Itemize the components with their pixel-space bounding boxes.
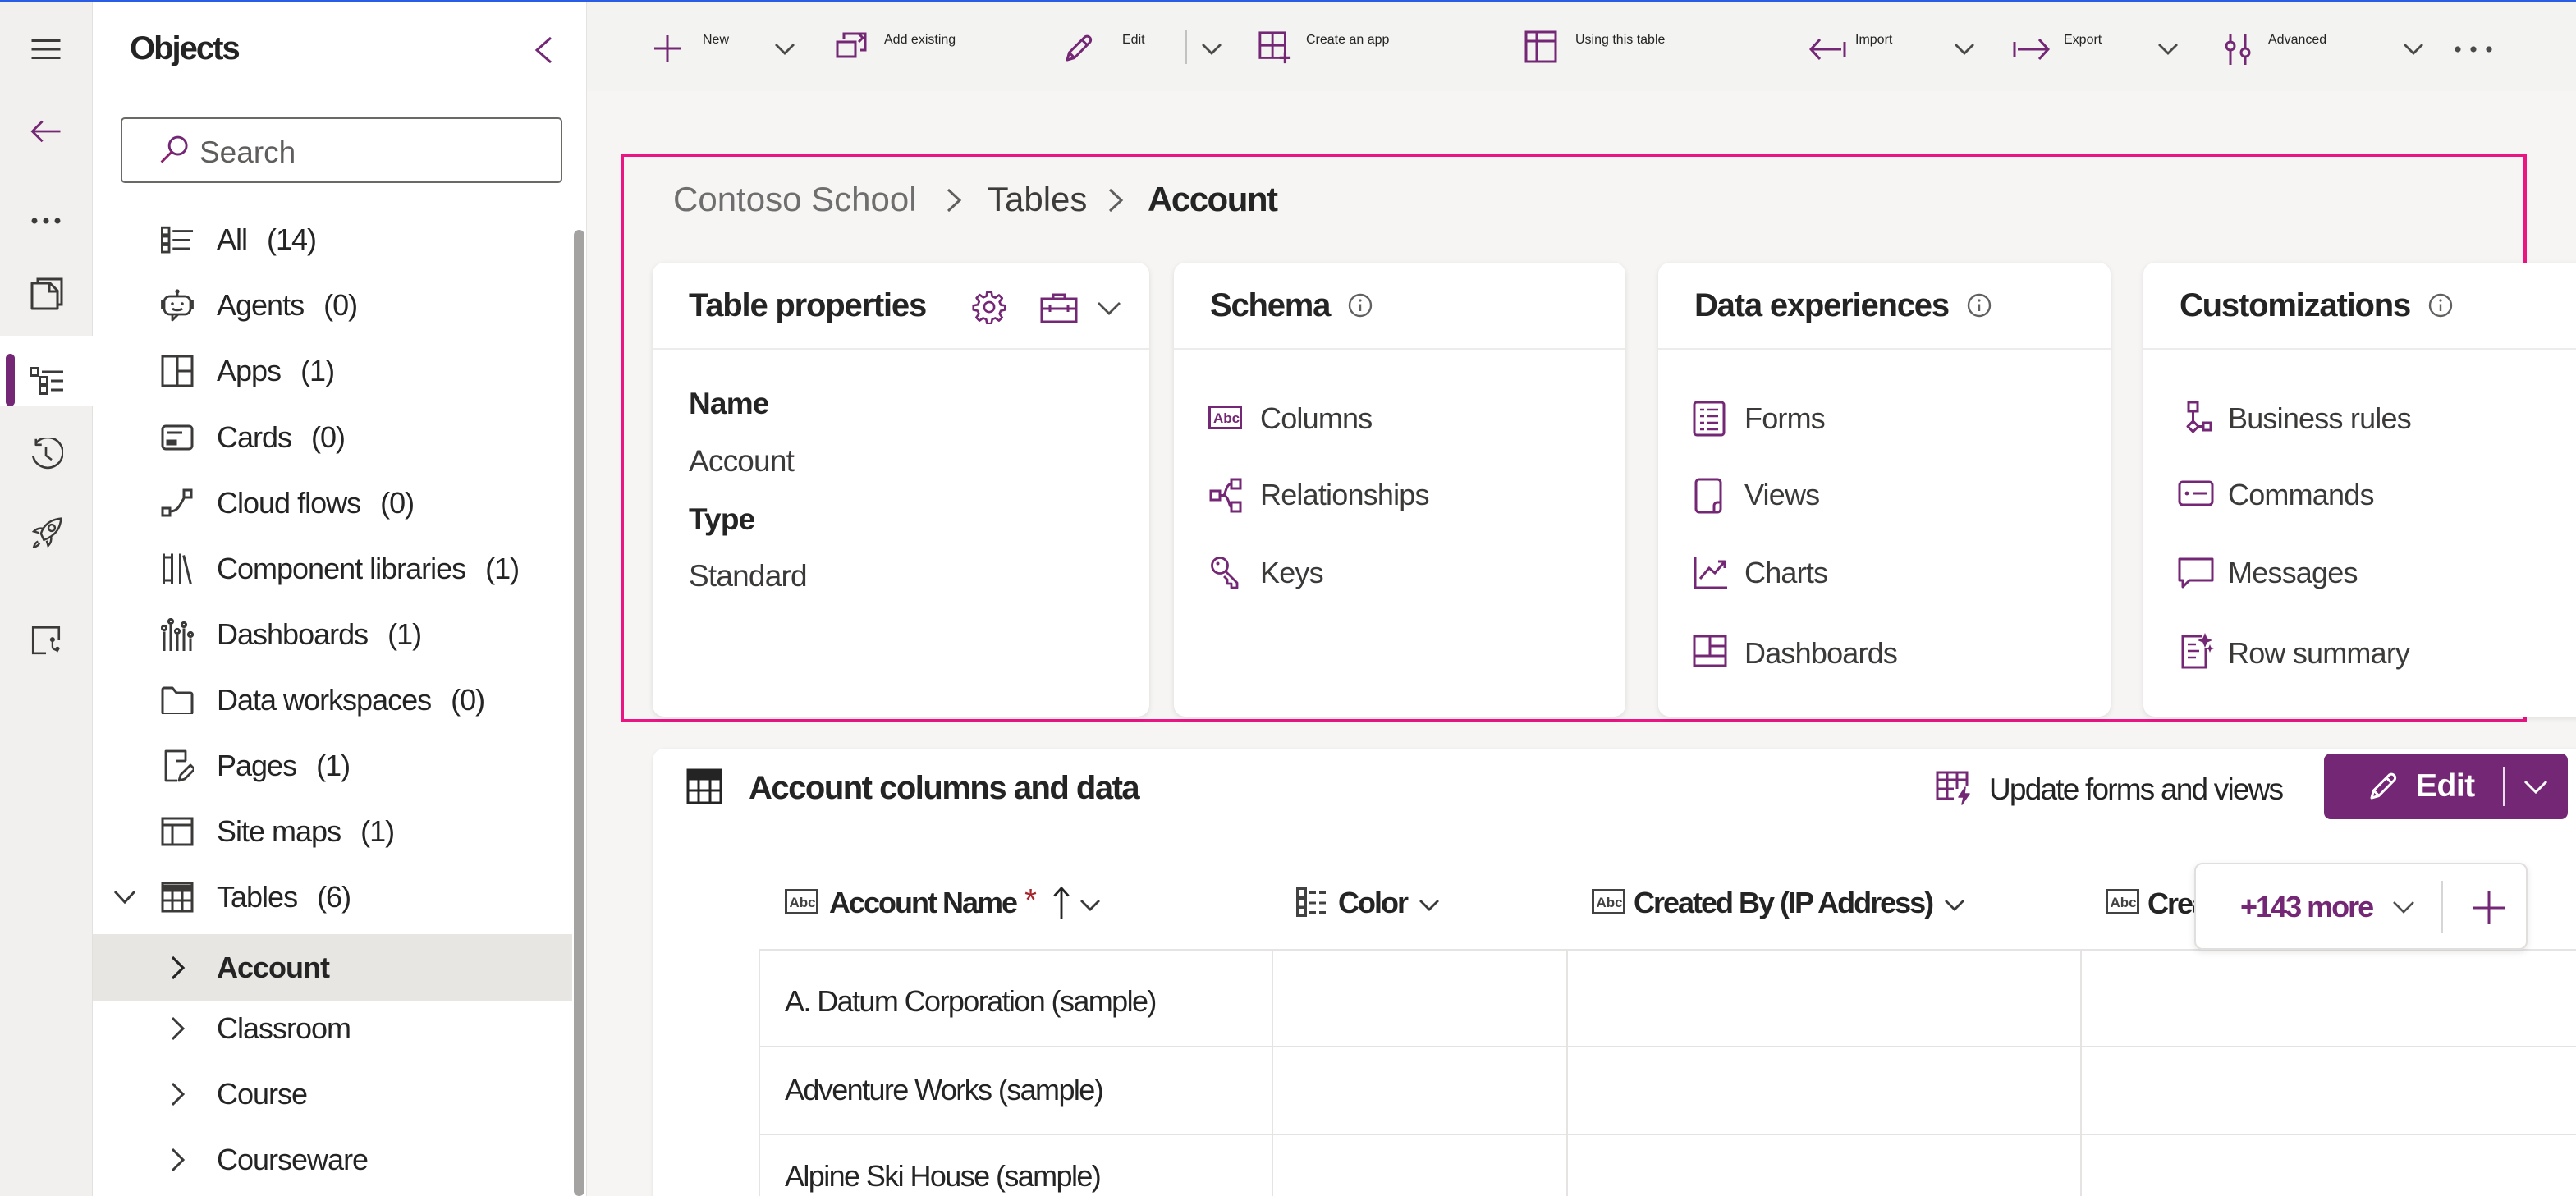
- svg-text:Abc: Abc: [790, 895, 816, 910]
- svg-text:Abc: Abc: [2111, 895, 2137, 910]
- svg-text:Abc: Abc: [1597, 895, 1623, 910]
- svg-text:Abc: Abc: [1213, 410, 1240, 426]
